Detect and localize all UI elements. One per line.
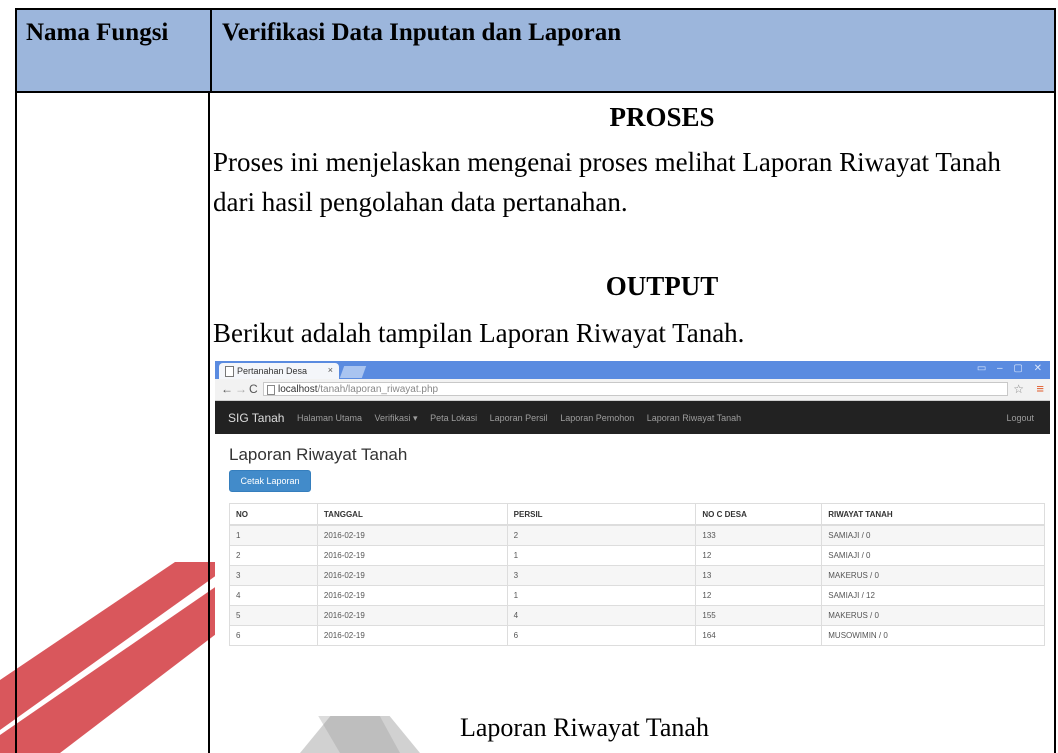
column-header-no: NO (229, 503, 318, 526)
cell-persil: 4 (506, 605, 697, 626)
cell-riwayat-tanah: SAMIAJI / 12 (821, 585, 1045, 606)
bookmark-star-icon[interactable]: ☆ (1013, 382, 1024, 396)
table-row: 6 2016-02-19 6 164 MUSOWIMIN / 0 (229, 625, 1045, 646)
browser-menu-icon[interactable]: ≡ (1036, 381, 1044, 396)
window-controls[interactable]: ▭ – ▢ ✕ (977, 363, 1046, 374)
figure-caption: Laporan Riwayat Tanah (460, 713, 709, 742)
table-row: 1 2016-02-19 2 133 SAMIAJI / 0 (229, 524, 1045, 546)
cell-persil: 3 (506, 565, 697, 586)
cell-no: 4 (229, 585, 318, 606)
cell-tanggal: 2016-02-19 (316, 545, 508, 566)
proses-title: PROSES (609, 102, 715, 132)
table-row: 3 2016-02-19 3 13 MAKERUS / 0 (229, 565, 1045, 586)
cell-persil: 2 (506, 524, 697, 546)
url-input[interactable]: localhost/tanah/laporan_riwayat.php (263, 382, 1008, 396)
cell-tanggal: 2016-02-19 (316, 565, 508, 586)
browser-tab[interactable]: Pertanahan Desa × (219, 363, 339, 379)
nav-item-halaman-utama[interactable]: Halaman Utama (297, 413, 362, 423)
cell-persil: 6 (506, 625, 697, 646)
page-icon (225, 366, 234, 377)
report-table: NO TANGGAL PERSIL NO C DESA RIWAYAT TANA… (229, 503, 1045, 646)
cell-riwayat-tanah: MAKERUS / 0 (821, 605, 1045, 626)
cell-no: 5 (229, 605, 318, 626)
output-title: OUTPUT (605, 271, 719, 301)
cell-no-c-desa: 13 (695, 565, 823, 586)
cell-persil: 1 (506, 585, 697, 606)
cell-no-c-desa: 12 (695, 585, 823, 606)
cell-no: 2 (229, 545, 318, 566)
tab-title: Pertanahan Desa (237, 366, 308, 376)
cell-tanggal: 2016-02-19 (316, 625, 508, 646)
cell-no-c-desa: 12 (695, 545, 823, 566)
header-function-title: Verifikasi Data Inputan dan Laporan (222, 19, 622, 46)
cell-riwayat-tanah: MAKERUS / 0 (821, 565, 1045, 586)
back-icon[interactable]: ← (221, 382, 233, 396)
output-description: Berikut adalah tampilan Laporan Riwayat … (213, 318, 745, 348)
nav-item-laporan-riwayat-tanah[interactable]: Laporan Riwayat Tanah (647, 413, 741, 423)
nav-item-peta-lokasi[interactable]: Peta Lokasi (430, 413, 477, 423)
cell-riwayat-tanah: MUSOWIMIN / 0 (821, 625, 1045, 646)
page-title: Laporan Riwayat Tanah (229, 445, 408, 464)
app-navbar: SIG Tanah Halaman Utama Verifikasi ▾ Pet… (215, 401, 1050, 434)
close-tab-icon[interactable]: × (328, 365, 333, 375)
nav-item-verifikasi[interactable]: Verifikasi ▾ (375, 413, 418, 423)
cell-tanggal: 2016-02-19 (316, 605, 508, 626)
nav-item-laporan-pemohon[interactable]: Laporan Pemohon (560, 413, 634, 423)
address-bar: ← → C localhost/tanah/laporan_riwayat.ph… (215, 379, 1050, 401)
brand-link[interactable]: SIG Tanah (228, 411, 284, 425)
column-header-tanggal: TANGGAL (316, 503, 508, 526)
table-row: 2 2016-02-19 1 12 SAMIAJI / 0 (229, 545, 1045, 566)
page-icon (267, 385, 275, 395)
header-nama-fungsi: Nama Fungsi (26, 19, 169, 46)
url-path: /tanah/laporan_riwayat.php (317, 384, 439, 395)
column-header-riwayat-tanah: RIWAYAT TANAH (821, 503, 1045, 526)
cetak-laporan-button[interactable]: Cetak Laporan (229, 470, 311, 492)
cell-tanggal: 2016-02-19 (316, 524, 508, 546)
cell-riwayat-tanah: SAMIAJI / 0 (821, 545, 1045, 566)
cell-no-c-desa: 155 (695, 605, 823, 626)
new-tab-button[interactable] (339, 366, 367, 378)
cell-no: 6 (229, 625, 318, 646)
proses-description: Proses ini menjelaskan mengenai proses m… (213, 147, 1001, 217)
column-divider (208, 91, 210, 753)
cell-no-c-desa: 133 (695, 524, 823, 546)
cell-persil: 1 (506, 545, 697, 566)
browser-tab-bar: Pertanahan Desa × ▭ – ▢ ✕ (215, 361, 1050, 379)
logout-link[interactable]: Logout (1006, 413, 1034, 423)
table-row: 4 2016-02-19 1 12 SAMIAJI / 12 (229, 585, 1045, 606)
url-host: localhost (278, 384, 318, 395)
cell-no-c-desa: 164 (695, 625, 823, 646)
cell-tanggal: 2016-02-19 (316, 585, 508, 606)
table-row: 5 2016-02-19 4 155 MAKERUS / 0 (229, 605, 1045, 626)
cell-no: 1 (229, 524, 318, 546)
table-header: NO TANGGAL PERSIL NO C DESA RIWAYAT TANA… (229, 503, 1045, 526)
column-header-persil: PERSIL (506, 503, 697, 526)
app-screenshot: Pertanahan Desa × ▭ – ▢ ✕ ← → C localhos… (215, 361, 1050, 716)
nav-menu: Halaman Utama Verifikasi ▾ Peta Lokasi L… (297, 413, 751, 424)
table-header-row: Nama Fungsi Verifikasi Data Inputan dan … (15, 8, 1056, 93)
cell-riwayat-tanah: SAMIAJI / 0 (821, 524, 1045, 546)
reload-icon[interactable]: C (249, 382, 258, 396)
column-header-no-c-desa: NO C DESA (695, 503, 823, 526)
nav-item-laporan-persil[interactable]: Laporan Persil (490, 413, 548, 423)
forward-icon[interactable]: → (235, 382, 247, 396)
cell-no: 3 (229, 565, 318, 586)
